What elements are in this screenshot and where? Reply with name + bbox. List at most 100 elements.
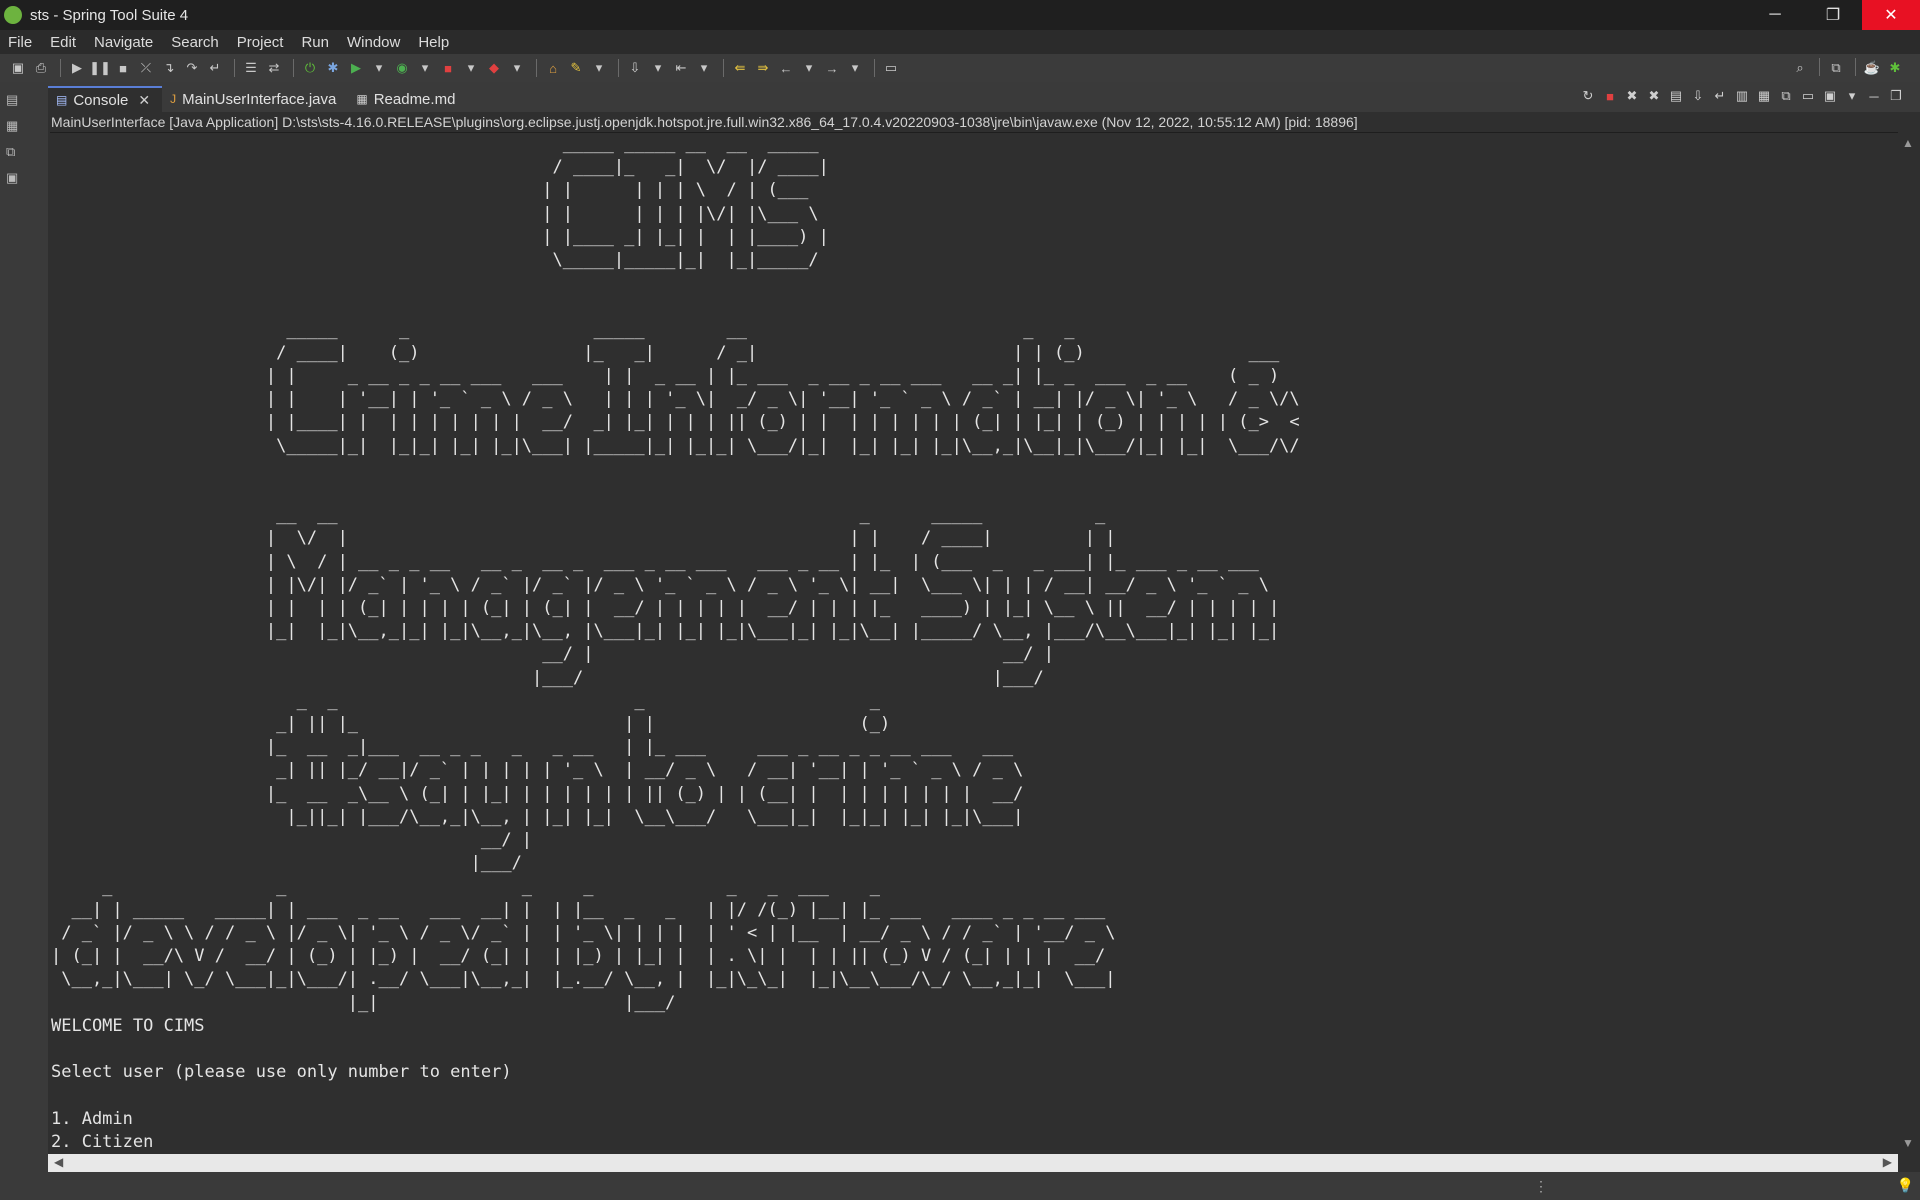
stop-icon[interactable]: ■: [438, 58, 458, 78]
java-perspective-icon[interactable]: ☕: [1862, 58, 1882, 78]
close-icon[interactable]: ✕: [138, 92, 150, 109]
drop-to-frame-icon[interactable]: ☰: [241, 58, 261, 78]
prev-annotation-icon[interactable]: ⇚: [730, 58, 750, 78]
annotation-dropdown-icon[interactable]: ▾: [648, 58, 668, 78]
display-console-icon[interactable]: ▭: [1798, 86, 1818, 106]
run-icon[interactable]: ▶: [346, 58, 366, 78]
toolbar-separator: [1855, 58, 1856, 76]
tab-main-user-interface[interactable]: J MainUserInterface.java: [162, 86, 348, 112]
terminate-icon[interactable]: ■: [1600, 86, 1620, 106]
search-dropdown-icon[interactable]: ▾: [589, 58, 609, 78]
search-icon[interactable]: ✎: [566, 58, 586, 78]
last-edit-dropdown-icon[interactable]: ▾: [694, 58, 714, 78]
minimize-view-icon[interactable]: ─: [1864, 86, 1884, 106]
menu-help[interactable]: Help: [410, 34, 459, 51]
console-icon: ▤: [56, 93, 68, 107]
word-wrap-icon[interactable]: ↵: [1710, 86, 1730, 106]
toolbar-separator: [536, 59, 537, 77]
menu-project[interactable]: Project: [229, 34, 294, 51]
tips-bulb-icon[interactable]: 💡: [1897, 1177, 1914, 1194]
menu-file[interactable]: File: [0, 34, 42, 51]
disconnect-icon[interactable]: ⤫: [136, 58, 156, 78]
option-admin: 1. Admin: [51, 1108, 133, 1129]
scroll-down-icon[interactable]: ▼: [1902, 1136, 1914, 1150]
open-perspective-icon[interactable]: ⧉: [1826, 58, 1846, 78]
new-spring-starter-icon[interactable]: ⇄: [264, 58, 284, 78]
scroll-up-icon[interactable]: ▲: [1902, 136, 1914, 150]
console-output[interactable]: _____ _____ __ __ _____ / ____|_ _| \/ |…: [50, 132, 1898, 1155]
back-icon[interactable]: ←: [776, 58, 796, 78]
restart-icon[interactable]: ↻: [1578, 86, 1598, 106]
menu-search[interactable]: Search: [163, 34, 229, 51]
clear-console-icon[interactable]: ▤: [1666, 86, 1686, 106]
forward-dropdown-icon[interactable]: ▾: [845, 58, 865, 78]
external-tools-dropdown-icon[interactable]: ▾: [507, 58, 527, 78]
status-bar: ⋮ 💡: [0, 1172, 1920, 1200]
save-icon[interactable]: ▣: [8, 58, 28, 78]
open-console-icon[interactable]: ▣: [1820, 86, 1840, 106]
last-edit-icon[interactable]: ⇤: [671, 58, 691, 78]
debug-icon[interactable]: ✱: [323, 58, 343, 78]
console-view-tabs: ▤ Console ✕ J MainUserInterface.java ▦ R…: [48, 82, 1920, 112]
markdown-file-icon: ▦: [356, 92, 368, 106]
horizontal-scrollbar[interactable]: ◀ ▶: [48, 1154, 1898, 1172]
pin-editor-icon[interactable]: ▭: [881, 58, 901, 78]
remove-all-terminated-icon[interactable]: ✖: [1644, 86, 1664, 106]
forward-icon[interactable]: →: [822, 58, 842, 78]
toolbar-separator: [234, 59, 235, 77]
menu-run[interactable]: Run: [293, 34, 339, 51]
stop-dropdown-icon[interactable]: ▾: [461, 58, 481, 78]
menu-edit[interactable]: Edit: [42, 34, 86, 51]
toolbar-separator: [723, 59, 724, 77]
welcome-message: WELCOME TO CIMS: [51, 1015, 205, 1036]
menu-window[interactable]: Window: [339, 34, 410, 51]
coverage-icon[interactable]: ◉: [392, 58, 412, 78]
external-tools-icon[interactable]: ◆: [484, 58, 504, 78]
tab-readme[interactable]: ▦ Readme.md: [348, 86, 467, 112]
restore-button[interactable]: ❐: [1804, 0, 1862, 30]
maximize-view-icon[interactable]: ❐: [1886, 86, 1906, 106]
view-menu-icon[interactable]: ▾: [1842, 86, 1862, 106]
close-button[interactable]: ✕: [1862, 0, 1920, 30]
left-trim-bar: ▤ ▦ ⧉ ▣: [0, 82, 48, 1182]
perspective-bar: ⌕ ⧉ ☕ ✱: [1790, 58, 1908, 78]
show-on-error-icon[interactable]: ▦: [1754, 86, 1774, 106]
step-return-icon[interactable]: ↵: [205, 58, 225, 78]
print-icon[interactable]: ⎙: [31, 58, 51, 78]
back-dropdown-icon[interactable]: ▾: [799, 58, 819, 78]
terminate-icon[interactable]: ■: [113, 58, 133, 78]
scroll-left-icon[interactable]: ◀: [54, 1155, 63, 1169]
suspend-icon[interactable]: ❚❚: [89, 58, 111, 78]
scroll-right-icon[interactable]: ▶: [1883, 1155, 1892, 1169]
annotation-icon[interactable]: ⇩: [625, 58, 645, 78]
outline-icon[interactable]: ▦: [6, 118, 24, 134]
tab-console[interactable]: ▤ Console ✕: [48, 86, 163, 112]
select-user-prompt: Select user (please use only number to e…: [51, 1062, 512, 1083]
coverage-dropdown-icon[interactable]: ▾: [415, 58, 435, 78]
vertical-scrollbar[interactable]: ▲ ▼: [1898, 132, 1920, 1154]
navigator-icon[interactable]: ⧉: [6, 144, 24, 160]
pin-console-icon[interactable]: ⧉: [1776, 86, 1796, 106]
minimize-button[interactable]: ─: [1746, 0, 1804, 30]
status-separator-icon: ⋮: [1534, 1178, 1548, 1194]
scroll-lock-icon[interactable]: ⇩: [1688, 86, 1708, 106]
step-over-icon[interactable]: ↷: [182, 58, 202, 78]
console-view-toolbar: ↻ ■ ✖ ✖ ▤ ⇩ ↵ ▥ ▦ ⧉ ▭ ▣ ▾ ─ ❐: [1576, 86, 1906, 106]
toolbar-search-icon[interactable]: ⌕: [1790, 58, 1810, 78]
resume-icon[interactable]: ▶: [67, 58, 87, 78]
window-title: sts - Spring Tool Suite 4: [30, 6, 189, 24]
show-on-output-icon[interactable]: ▥: [1732, 86, 1752, 106]
toolbar-separator: [874, 59, 875, 77]
boot-dashboard-icon[interactable]: ▣: [6, 170, 24, 186]
menu-bar: File Edit Navigate Search Project Run Wi…: [0, 30, 1920, 54]
open-type-icon[interactable]: ⌂: [543, 58, 563, 78]
run-dropdown-icon[interactable]: ▾: [369, 58, 389, 78]
remove-launch-icon[interactable]: ✖: [1622, 86, 1642, 106]
menu-navigate[interactable]: Navigate: [86, 34, 163, 51]
package-explorer-icon[interactable]: ▤: [6, 92, 24, 108]
next-annotation-icon[interactable]: ⇛: [753, 58, 773, 78]
step-into-icon[interactable]: ↴: [159, 58, 179, 78]
debug-perspective-icon[interactable]: ✱: [1885, 58, 1905, 78]
spring-boot-icon[interactable]: ⏻: [300, 58, 320, 78]
toolbar-separator: [60, 59, 61, 77]
